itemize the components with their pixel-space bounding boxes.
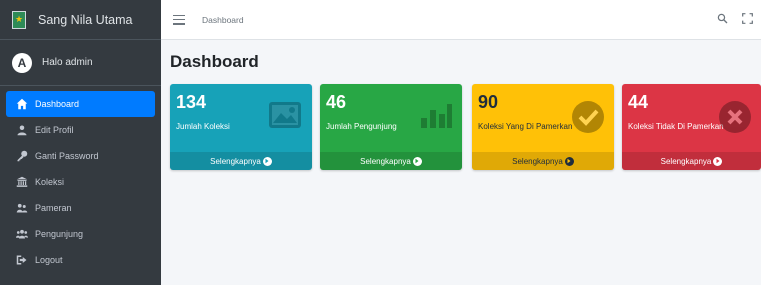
arrow-circle-right-icon [262,156,272,166]
sidebar-item-koleksi[interactable]: Koleksi [6,169,155,195]
more-info-label: Selengkapnya [660,156,712,166]
check-circle-icon [571,100,605,139]
exhibition-icon [15,201,29,215]
museum-icon [15,175,29,189]
arrow-circle-right-icon [564,156,574,166]
more-info-link[interactable]: Selengkapnya [170,152,312,170]
more-info-link[interactable]: Selengkapnya [622,152,761,170]
sidebar-item-label: Ganti Password [35,151,99,161]
users-icon [15,227,29,241]
sidebar-item-label: Logout [35,255,63,265]
sidebar-item-label: Edit Profil [35,125,74,135]
stat-value: 44 [628,92,649,112]
stat-card-koleksi-dipamerkan: 90 Koleksi Yang Di Pamerkan Selengkapnya [472,84,614,170]
breadcrumb[interactable]: Dashboard [202,15,244,25]
sidebar-item-label: Pameran [35,203,72,213]
arrow-circle-right-icon [412,156,422,166]
stat-card-jumlah-koleksi: 134 Jumlah Koleksi Selengkapnya [170,84,312,170]
image-icon [267,100,303,135]
avatar: A [12,52,32,73]
more-info-link[interactable]: Selengkapnya [472,152,614,170]
avatar-letter: A [17,55,27,70]
sidebar-item-pengunjung[interactable]: Pengunjung [6,221,155,247]
sidebar-item-logout[interactable]: Logout [6,247,155,273]
times-circle-icon [718,100,752,139]
stat-label: Jumlah Pengunjung [326,122,397,131]
stat-label: Koleksi Yang Di Pamerkan [478,122,573,131]
arrow-circle-right-icon [713,156,723,166]
sidebar-item-pameran[interactable]: Pameran [6,195,155,221]
sidebar-item-dashboard[interactable]: Dashboard [6,91,155,117]
sidebar: ★ Sang Nila Utama A Halo admin Dashboard… [0,0,161,285]
fullscreen-icon[interactable] [742,11,753,29]
search-icon[interactable] [717,11,728,29]
page-title: Dashboard [170,52,259,71]
stat-value: 46 [326,92,347,112]
brand-name: Sang Nila Utama [38,12,133,27]
stat-card-jumlah-pengunjung: 46 Jumlah Pengunjung Selengkapnya [320,84,462,170]
sidebar-menu: Dashboard Edit Profil Ganti Password Kol… [0,86,161,273]
user-edit-icon [15,123,29,137]
user-greeting: Halo admin [42,57,93,68]
brand-link[interactable]: ★ Sang Nila Utama [0,0,161,40]
stat-label: Jumlah Koleksi [176,122,230,131]
user-panel[interactable]: A Halo admin [0,40,161,86]
top-navbar: Dashboard [161,0,761,40]
key-icon [15,149,29,163]
home-icon [15,97,29,111]
logout-icon [15,253,29,267]
more-info-label: Selengkapnya [210,156,261,166]
sidebar-item-ganti-password[interactable]: Ganti Password [6,143,155,169]
bar-chart-icon [419,100,453,135]
hamburger-menu-icon[interactable] [173,14,185,25]
more-info-link[interactable]: Selengkapnya [320,152,462,170]
sidebar-item-label: Koleksi [35,177,65,187]
stat-card-koleksi-tidak-dipamerkan: 44 Koleksi Tidak Di Pamerkan Selengkapny… [622,84,761,170]
stat-value: 134 [176,92,207,112]
sidebar-item-label: Pengunjung [35,229,84,239]
brand-logo-icon: ★ [12,10,26,29]
sidebar-item-edit-profil[interactable]: Edit Profil [6,117,155,143]
more-info-label: Selengkapnya [512,156,563,166]
main-content: Dashboard 134 Jumlah Koleksi Selengkapny… [161,40,761,285]
stat-label: Koleksi Tidak Di Pamerkan [628,122,724,131]
stat-value: 90 [478,92,499,112]
sidebar-item-label: Dashboard [35,99,80,109]
more-info-label: Selengkapnya [360,156,411,166]
